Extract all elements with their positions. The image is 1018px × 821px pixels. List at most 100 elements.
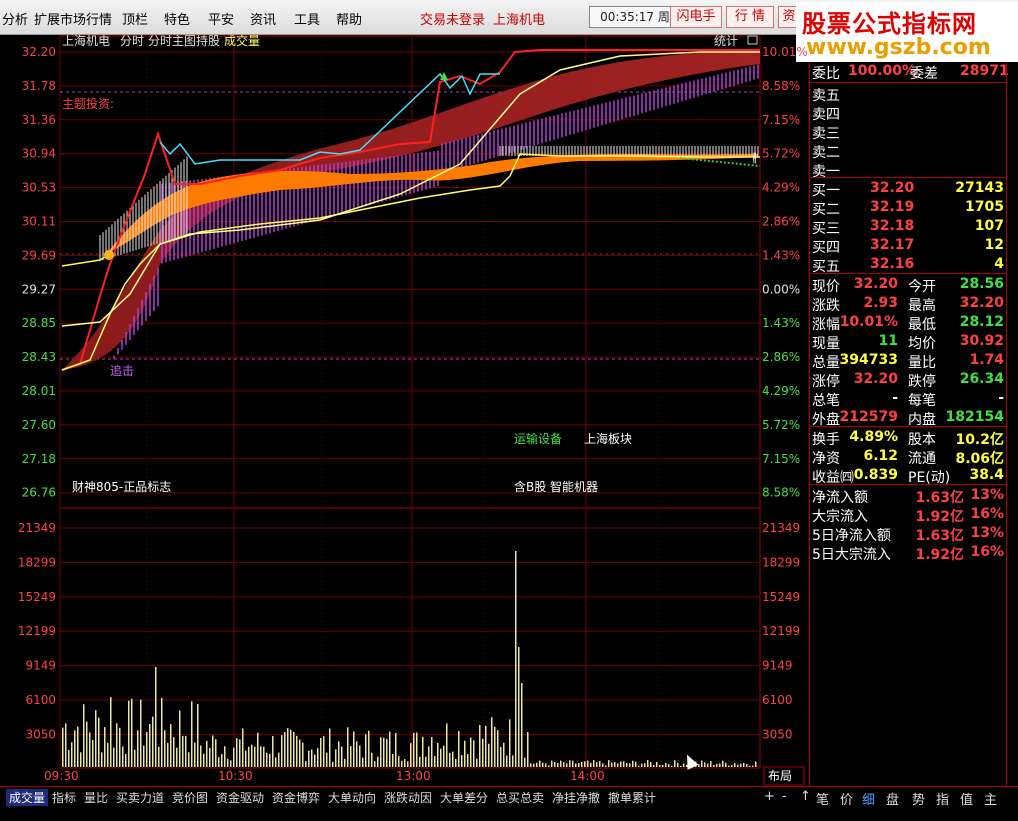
volume-tick: 6100 xyxy=(25,693,56,707)
stat-row: 总笔 - 每笔 - xyxy=(810,389,1006,409)
volume-bar xyxy=(461,755,463,767)
fin-row: 收益㈣ 0.839 PE(动) 38.4 xyxy=(810,466,1006,486)
chart-mode[interactable]: 分时 xyxy=(120,34,144,48)
menu-help[interactable]: 帮助 xyxy=(336,9,362,28)
percent-tick: 8.58% xyxy=(762,486,800,500)
caishen-label: 财神805-正品标志 xyxy=(72,480,171,494)
maximize-icon[interactable] xyxy=(747,35,758,45)
view-tab[interactable]: 笔 xyxy=(816,789,829,808)
indicator-tab[interactable]: 大单差分 xyxy=(440,789,488,806)
trade-status[interactable]: 交易未登录 xyxy=(420,9,485,28)
indicator-tab[interactable]: 大单动向 xyxy=(328,789,376,806)
time-tick: 09:30 xyxy=(44,769,79,783)
menu-features[interactable]: 特色 xyxy=(164,9,190,28)
menu-pingan[interactable]: 平安 xyxy=(208,9,234,28)
view-tab[interactable]: 价 xyxy=(840,789,853,808)
view-tab[interactable]: 值 xyxy=(960,789,973,808)
volume-bar xyxy=(725,762,727,767)
flow-row: 5日大宗流入 1.92亿 16% xyxy=(810,543,1006,563)
volume-bar xyxy=(143,745,145,767)
indicator-tab[interactable]: 资金博弈 xyxy=(272,789,320,806)
indicator-tab[interactable]: 总买总卖 xyxy=(496,789,544,806)
flow-label: 5日大宗流入 xyxy=(812,547,891,563)
volume-bar xyxy=(173,737,175,767)
volume-bar xyxy=(506,755,508,767)
volume-bar xyxy=(341,746,343,767)
indicator-tab[interactable]: 买卖力道 xyxy=(116,789,164,806)
volume-bar xyxy=(131,698,133,767)
menu-news[interactable]: 资讯 xyxy=(250,9,276,28)
view-tab[interactable]: 势 xyxy=(912,789,925,808)
volume-bar xyxy=(431,737,433,767)
menu-extended-market[interactable]: 扩展市场行情 xyxy=(34,9,112,28)
layout-button[interactable]: 布局 xyxy=(768,769,792,783)
volume-bar xyxy=(191,701,193,767)
percent-axis: 10.01% 8.58% 7.15% 5.72% 4.29% 2.86% 1.43% 0.00… xyxy=(762,45,808,500)
menu-tools[interactable]: 工具 xyxy=(294,9,320,28)
flash-trade-button[interactable]: 闪电手 xyxy=(670,6,722,28)
volume-bar xyxy=(314,754,316,767)
volume-bar xyxy=(536,762,538,767)
sector-transport: 运输设备 xyxy=(514,431,562,446)
volume-bar xyxy=(224,746,226,767)
volume-bar xyxy=(263,746,265,767)
time-tick: 10:30 xyxy=(218,769,253,783)
price-tick: 32.20 xyxy=(22,45,56,59)
volume-bar xyxy=(398,756,400,767)
view-tab[interactable]: - xyxy=(782,789,787,804)
indicator-tab[interactable]: 量比 xyxy=(84,789,108,806)
volume-bar xyxy=(740,763,742,767)
volume-bar xyxy=(104,727,106,767)
volume-bar xyxy=(500,746,502,767)
buy-price: 32.19 xyxy=(870,199,915,215)
fin-label: 流通 xyxy=(908,451,936,467)
chase-label: 追击 xyxy=(110,363,134,378)
stats-button[interactable]: 统计 xyxy=(714,34,738,48)
volume-bar xyxy=(722,760,724,767)
time-tick: 14:00 xyxy=(570,769,605,783)
watermark-url: www.gszb.com xyxy=(806,35,991,60)
indicator-tab[interactable]: 成交量 xyxy=(6,789,49,806)
volume-bar xyxy=(515,551,517,767)
volume-bar xyxy=(122,746,124,767)
indicator-tab[interactable]: 涨跌动因 xyxy=(384,789,432,806)
view-tab[interactable]: 主 xyxy=(984,789,997,808)
volume-bar xyxy=(557,763,559,767)
sell-row: 卖二 xyxy=(810,141,1006,161)
volume-tick-right: 12199 xyxy=(762,624,800,638)
volume-bar xyxy=(95,710,97,767)
indicator-tab[interactable]: 指标 xyxy=(52,789,76,806)
view-tab[interactable]: 盘 xyxy=(886,789,899,808)
volume-bar xyxy=(167,743,169,767)
view-tab[interactable]: ↑ xyxy=(800,789,811,804)
volume-bar xyxy=(653,765,655,767)
intraday-chart[interactable]: 32.20 31.78 31.36 30.94 30.53 30.11 29.69 29.27… xyxy=(0,33,808,786)
volume-tick: 12199 xyxy=(18,624,56,638)
volume-bar xyxy=(110,697,112,767)
volume-bar xyxy=(80,752,82,767)
indicator-tab[interactable]: 撤单累计 xyxy=(608,789,656,806)
stat-value: 32.20 xyxy=(853,276,898,292)
volume-bar xyxy=(494,726,496,767)
view-tab[interactable]: 指 xyxy=(936,789,949,808)
volume-bar xyxy=(428,746,430,767)
menu-top-bar[interactable]: 顶栏 xyxy=(122,9,148,28)
price-tick: 29.69 xyxy=(22,248,56,262)
volume-bar xyxy=(584,761,586,767)
volume-bar xyxy=(566,763,568,767)
indicator-tab[interactable]: 净挂净撤 xyxy=(552,789,600,806)
volume-bar xyxy=(668,764,670,767)
menu-analysis[interactable]: 分析 xyxy=(2,9,28,28)
quote-button[interactable]: 行 情 xyxy=(726,6,774,28)
stat-label: 每笔 xyxy=(908,393,936,409)
indicator-tab[interactable]: 资金驱动 xyxy=(216,789,264,806)
view-tab[interactable]: + xyxy=(764,789,775,804)
view-tab[interactable]: 细 xyxy=(862,789,875,808)
stat-label: 最低 xyxy=(908,317,936,333)
fin-row: 换手 4.89% 股本 10.2亿 xyxy=(810,428,1006,448)
volume-bar xyxy=(137,730,139,767)
volume-tick-right: 3050 xyxy=(762,727,793,741)
volume-bar xyxy=(356,741,358,767)
volume-bar xyxy=(641,763,643,767)
indicator-tab[interactable]: 竞价图 xyxy=(172,789,208,806)
